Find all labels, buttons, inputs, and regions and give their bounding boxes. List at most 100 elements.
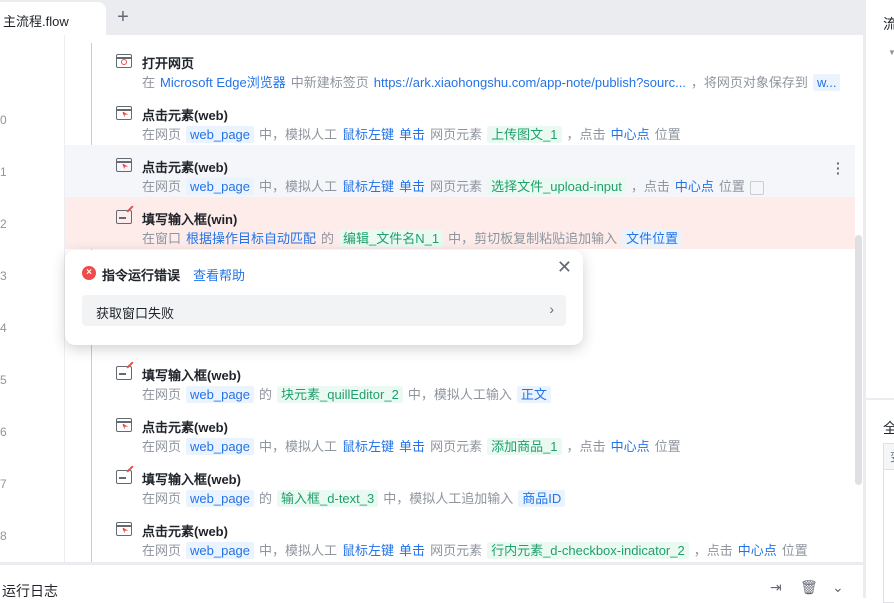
variable-tag[interactable]: 上传图文_1 [487, 126, 562, 143]
description-text: 在网页 [142, 127, 182, 142]
export-log-icon[interactable]: ⇥ [770, 579, 782, 596]
parameter-value[interactable]: 中心点 [738, 543, 777, 558]
close-icon[interactable]: ✕ [557, 257, 572, 278]
click-element-icon [116, 106, 132, 120]
variable-tag[interactable]: 块元素_quillEditor_2 [277, 386, 403, 403]
description-text: 位置 [781, 543, 808, 558]
parameter-value[interactable]: 中心点 [675, 179, 714, 194]
description-text: ，点击 [566, 127, 606, 142]
description-text: 的 [259, 491, 273, 506]
flow-step-row[interactable]: 点击元素(web) 在网页 web_page 中，模拟人工 鼠标左键 单击 网页元素 行内元素… [65, 509, 855, 561]
add-tab-button[interactable]: + [113, 6, 133, 29]
error-title: 指令运行错误 [102, 268, 181, 283]
variable-tag[interactable]: 选择文件_upload-input [487, 178, 626, 195]
editor-scrollbar[interactable] [855, 235, 862, 485]
click-element-icon [116, 158, 132, 172]
variable-tag[interactable]: 行内元素_d-checkbox-indicator_2 [487, 542, 689, 559]
step-title: 点击元素(web) [142, 108, 228, 123]
step-title: 填写输入框(web) [142, 368, 241, 383]
variable-tag[interactable]: web_page [186, 386, 255, 403]
open-webpage-icon [116, 54, 132, 68]
variable-tag[interactable]: web_page [186, 178, 255, 195]
line-number: 1 [0, 165, 7, 179]
parameter-value[interactable]: 单击 [399, 543, 425, 558]
tab-label: 主流程.flow [3, 14, 69, 29]
variable-tag[interactable]: web_page [186, 126, 255, 143]
line-number: 5 [0, 373, 7, 387]
description-text: 的 [259, 387, 273, 402]
parameter-value[interactable]: 鼠标左键 [342, 179, 394, 194]
step-title: 点击元素(web) [142, 160, 228, 175]
description-text: 中新建标签页 [290, 75, 369, 90]
step-title: 打开网页 [142, 56, 195, 71]
error-detail-text: 获取窗口失败 [96, 306, 175, 321]
flow-step-row[interactable]: 填写输入框(win) 在窗口 根据操作目标自动匹配的编辑_文件名N_1 中，剪切板复制… [65, 197, 855, 249]
divider [866, 398, 894, 400]
parameter-value[interactable]: 单击 [399, 179, 425, 194]
flow-step-row[interactable]: 填写输入框(web) 在网页 web_page 的输入框_d-text_3 中，模拟人工… [65, 457, 855, 509]
parameter-value[interactable]: 鼠标左键 [342, 127, 394, 142]
fill-input-icon [116, 205, 134, 224]
view-help-link[interactable]: 查看帮助 [193, 265, 245, 284]
description-text: 网页元素 [430, 439, 483, 454]
line-number-gutter: 0 1 2 3 4 5 6 7 8 [0, 35, 65, 562]
parameter-value[interactable]: 中心点 [611, 439, 650, 454]
description-text: 在网页 [142, 439, 182, 454]
tab-bar: 主流程.flow + [0, 0, 865, 35]
line-number: 8 [0, 529, 7, 543]
step-description: 在网页 web_page 的输入框_d-text_3 中，模拟人工追加输入 商品ID [142, 488, 570, 507]
line-number: 2 [0, 217, 7, 231]
tab-main-flow[interactable]: 主流程.flow [0, 2, 106, 35]
variable-tag[interactable]: 添加商品_1 [487, 438, 562, 455]
click-element-icon [116, 418, 132, 432]
description-text: 位置 [654, 127, 681, 142]
variable-tag[interactable]: 输入框_d-text_3 [277, 490, 379, 507]
chevron-down-icon[interactable]: ⌄ [832, 579, 844, 596]
description-text: ，点击 [693, 543, 733, 558]
more-options-icon[interactable]: · · · [836, 156, 841, 180]
step-description: 在网页 web_page 的块元素_quillEditor_2 中，模拟人工输入 正文 [142, 384, 556, 403]
variable-tag[interactable]: 正文 [516, 386, 551, 403]
line-number: 0 [0, 113, 7, 127]
flow-step-row[interactable]: 点击元素(web) 在网页 web_page 中，模拟人工 鼠标左键 单击 网页元素 添加商品… [65, 405, 855, 457]
description-text: 中，模拟人工输入 [407, 387, 512, 402]
step-description: 在 Microsoft Edge浏览器 中新建标签页 https://ark.xiao… [142, 72, 845, 91]
line-number: 3 [0, 269, 7, 283]
column-header: 变 [884, 444, 894, 470]
description-text: 在网页 [142, 543, 182, 558]
trash-icon[interactable]: 🗑 [800, 579, 818, 596]
parameter-value[interactable]: 单击 [399, 439, 425, 454]
description-text: 位置 [654, 439, 681, 454]
variable-tag[interactable]: 商品ID [518, 490, 566, 507]
variable-tag[interactable]: web_page [186, 490, 255, 507]
error-detail-item[interactable]: 获取窗口失败 › [82, 295, 566, 326]
description-text: 中，模拟人工追加输入 [383, 491, 514, 506]
parameter-value[interactable]: 根据操作目标自动匹配 [186, 231, 316, 246]
description-text: 在网页 [142, 491, 182, 506]
parameter-value[interactable]: 鼠标左键 [342, 439, 394, 454]
variable-tag[interactable]: 文件位置 [622, 230, 683, 247]
description-text: ，点击 [566, 439, 606, 454]
step-description: 在网页 web_page 中，模拟人工 鼠标左键 单击 网页元素 选择文件_upload-i… [142, 176, 769, 195]
caret-down-icon[interactable]: ▼ [888, 48, 894, 57]
fill-input-icon [116, 465, 134, 484]
description-text: 中，模拟人工 [259, 543, 338, 558]
flow-step-row[interactable]: 点击元素(web) · · · 在网页 web_page 中，模拟人工 鼠标左键 单击 网页元素选… [65, 145, 855, 197]
flow-step-row[interactable]: 点击元素(web) 在网页 web_page 中，模拟人工 鼠标左键 单击 网页元素 上传图文… [65, 93, 855, 145]
parameter-value[interactable]: https://ark.xiaohongshu.com/app-note/pub… [374, 75, 686, 90]
parameter-value[interactable]: 单击 [399, 127, 425, 142]
variable-tag[interactable]: w... [812, 74, 841, 91]
parameter-value[interactable]: Microsoft Edge浏览器 [160, 75, 286, 90]
variables-table: 变 [883, 443, 894, 603]
error-icon: × [82, 266, 96, 280]
description-text: 在窗口 [142, 231, 182, 246]
variable-tag[interactable]: web_page [186, 438, 255, 455]
flow-step-row[interactable]: 填写输入框(web) 在网页 web_page 的块元素_quillEditor_2 中… [65, 353, 855, 405]
parameter-value[interactable]: 中心点 [611, 127, 650, 142]
note-icon[interactable] [749, 180, 764, 195]
parameter-value[interactable]: 鼠标左键 [342, 543, 394, 558]
variable-tag[interactable]: 编辑_文件名N_1 [339, 230, 444, 247]
flow-step-row[interactable]: 打开网页在 Microsoft Edge浏览器 中新建标签页 https://ark.… [65, 41, 855, 93]
line-number: 4 [0, 321, 7, 335]
variable-tag[interactable]: web_page [186, 542, 255, 559]
